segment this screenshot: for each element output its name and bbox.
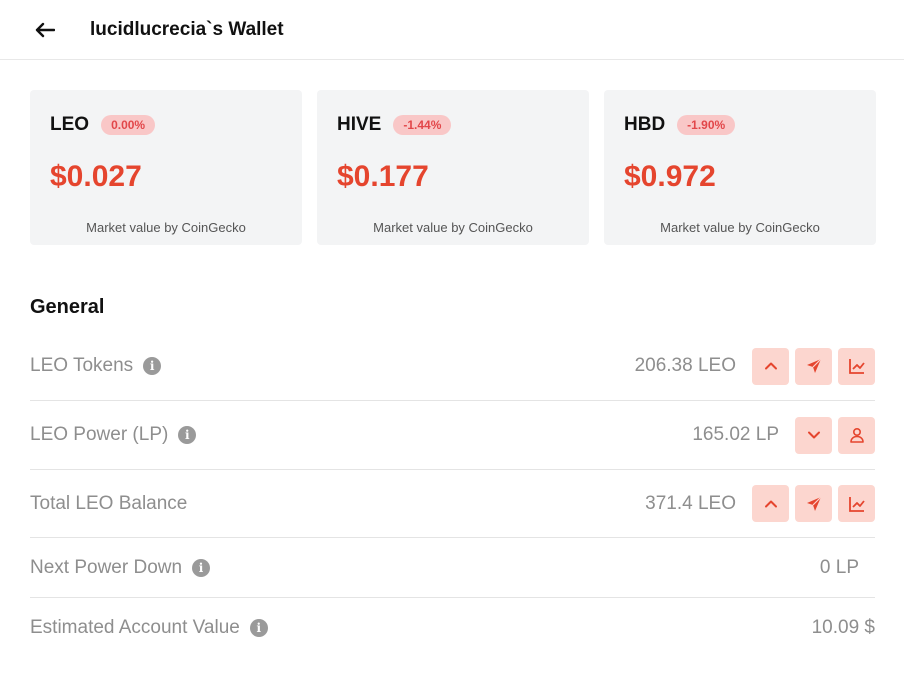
row-leo-tokens: LEO Tokens i 206.38 LEO	[30, 332, 875, 401]
row-leo-power: LEO Power (LP) i 165.02 LP	[30, 401, 875, 470]
section-title-general: General	[30, 296, 105, 318]
change-badge: -1.90%	[677, 115, 736, 135]
change-badge: -1.44%	[393, 115, 452, 135]
delegate-button[interactable]	[838, 416, 875, 454]
chevron-up-icon	[764, 362, 777, 370]
card-price: $0.027	[50, 160, 142, 193]
power-up-button[interactable]	[752, 347, 789, 385]
power-up-button[interactable]	[752, 485, 789, 522]
send-icon	[806, 358, 821, 373]
row-total-balance: Total LEO Balance 371.4 LEO	[30, 470, 875, 538]
price-card-hive: HIVE -1.44% $0.177 Market value by CoinG…	[317, 90, 589, 245]
row-value: 165.02 LP	[692, 424, 779, 445]
chevron-up-icon	[764, 500, 777, 507]
card-price: $0.972	[624, 160, 716, 193]
power-down-button[interactable]	[795, 416, 832, 454]
send-icon	[806, 496, 821, 511]
card-source: Market value by CoinGecko	[373, 220, 533, 235]
row-value: 10.09 $	[811, 617, 875, 638]
chart-icon	[848, 496, 865, 512]
row-value: 0 LP	[819, 556, 859, 578]
price-card-leo: LEO 0.00% $0.027 Market value by CoinGec…	[30, 90, 302, 245]
chart-icon	[848, 359, 865, 374]
chart-button[interactable]	[838, 347, 875, 385]
back-arrow-icon	[35, 22, 55, 37]
row-value: 206.38 LEO	[634, 355, 736, 376]
card-source: Market value by CoinGecko	[86, 220, 246, 235]
send-button[interactable]	[795, 485, 832, 522]
send-button[interactable]	[795, 347, 832, 385]
chart-button[interactable]	[838, 485, 875, 522]
row-estimated-value: Estimated Account Value i 10.09 $	[30, 598, 875, 658]
info-icon[interactable]: i	[178, 426, 197, 444]
card-price: $0.177	[337, 160, 429, 193]
back-button[interactable]	[34, 19, 56, 41]
row-label: LEO Tokens	[30, 355, 134, 376]
price-cards: LEO 0.00% $0.027 Market value by CoinGec…	[30, 90, 876, 245]
card-source: Market value by CoinGecko	[660, 220, 820, 235]
row-label: Estimated Account Value	[30, 617, 240, 638]
page-title: lucidlucrecia`s Wallet	[90, 18, 284, 40]
row-next-power-down: Next Power Down i 0 LP	[30, 538, 875, 598]
general-list: LEO Tokens i 206.38 LEO LEO Power (LP) i	[30, 332, 875, 658]
row-value: 371.4 LEO	[645, 492, 736, 514]
top-bar: lucidlucrecia`s Wallet	[0, 0, 904, 60]
info-icon[interactable]: i	[192, 558, 211, 577]
card-symbol: HBD	[624, 114, 666, 135]
row-label: LEO Power (LP)	[30, 424, 169, 445]
card-symbol: HIVE	[337, 114, 382, 135]
price-card-hbd: HBD -1.90% $0.972 Market value by CoinGe…	[604, 90, 876, 245]
card-symbol: LEO	[50, 114, 90, 135]
row-label: Next Power Down	[30, 556, 183, 578]
chevron-down-icon	[807, 431, 820, 439]
change-badge: 0.00%	[101, 115, 156, 135]
row-label: Total LEO Balance	[30, 492, 188, 514]
user-icon	[849, 427, 864, 443]
info-icon[interactable]: i	[143, 357, 162, 375]
info-icon[interactable]: i	[249, 619, 268, 637]
